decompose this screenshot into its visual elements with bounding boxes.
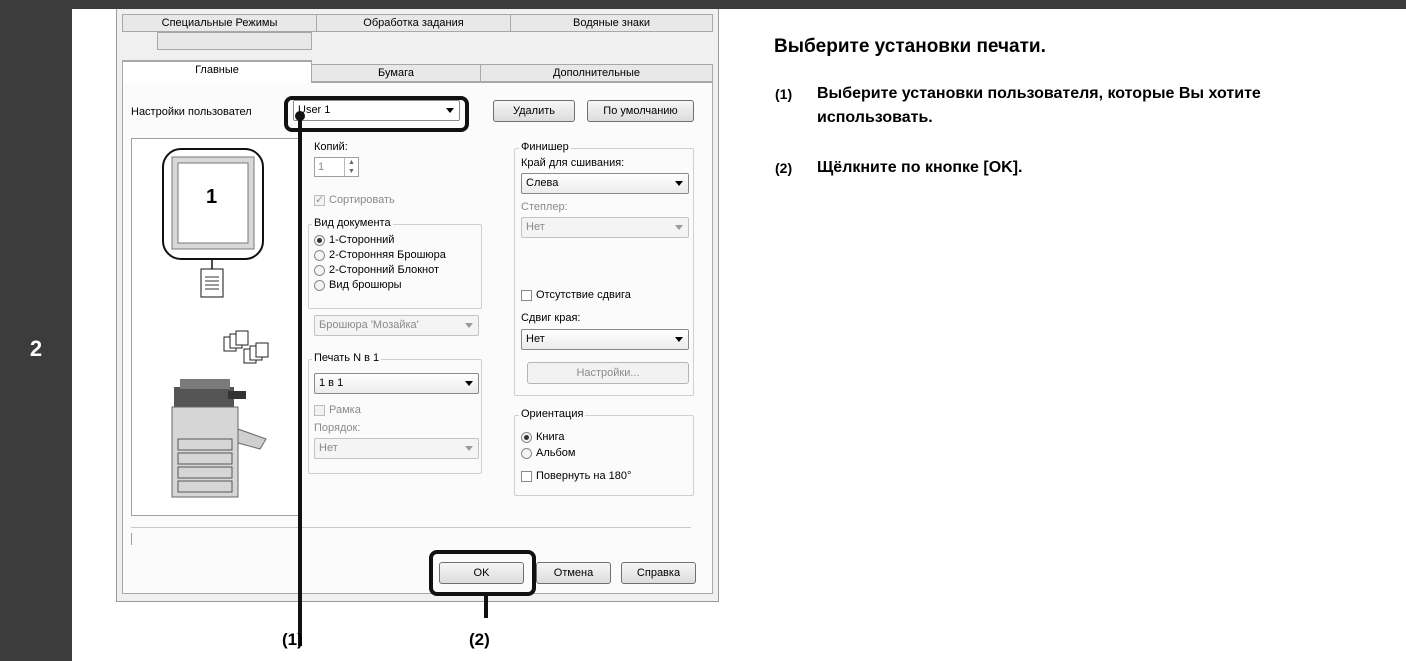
collate-label: Сортировать <box>329 194 395 206</box>
step-2-text: Щёлкните по кнопке [OK]. <box>817 159 1023 176</box>
border-checkbox[interactable] <box>314 405 325 416</box>
margin-shift-label: Сдвиг края: <box>521 312 581 324</box>
step-1-text: Выберите установки пользователя, которые… <box>817 85 1261 126</box>
binding-edge-label: Край для сшивания: <box>521 157 625 169</box>
step-column <box>0 9 72 661</box>
status-divider <box>131 533 132 545</box>
settings-button[interactable]: Настройки... <box>527 362 689 384</box>
help-button[interactable]: Справка <box>621 562 696 584</box>
finisher-title: Финишер <box>519 141 571 153</box>
rotate-180-label: Повернуть на 180° <box>536 470 632 482</box>
radio-landscape[interactable] <box>521 448 532 459</box>
border-label: Рамка <box>329 404 361 416</box>
callout-1-label: (1) <box>282 630 303 649</box>
ok-button-highlight <box>429 550 536 596</box>
staple-label: Степлер: <box>521 201 568 213</box>
chevron-down-icon <box>675 181 683 186</box>
delete-button[interactable]: Удалить <box>493 100 575 122</box>
radio-two-sided-tablet[interactable] <box>314 265 325 276</box>
no-offset-checkbox[interactable] <box>521 290 532 301</box>
callout-2-leader <box>484 596 488 618</box>
tab-paper[interactable]: Бумага <box>311 64 481 82</box>
option-portrait: Книга <box>536 431 565 443</box>
callout-2-label: (2) <box>469 630 490 649</box>
tab-job-handling[interactable]: Обработка задания <box>316 14 511 32</box>
rotate-180-checkbox[interactable] <box>521 471 532 482</box>
tab-special-modes[interactable]: Специальные Режимы <box>122 14 317 32</box>
cancel-button[interactable]: Отмена <box>536 562 611 584</box>
nup-title: Печать N в 1 <box>312 352 382 364</box>
option-landscape: Альбом <box>536 447 576 459</box>
no-offset-label: Отсутствие сдвига <box>536 289 631 301</box>
margin-shift-select[interactable]: Нет <box>521 329 689 350</box>
collate-checkbox[interactable] <box>314 193 325 206</box>
separator <box>131 527 691 528</box>
document-style-title: Вид документа <box>312 217 393 229</box>
radio-two-sided-booklet[interactable] <box>314 250 325 261</box>
step-1-number: (1) <box>775 86 793 102</box>
radio-booklet[interactable] <box>314 280 325 291</box>
radio-one-sided[interactable] <box>314 235 325 246</box>
user-settings-label: Настройки пользовател <box>131 106 252 118</box>
chevron-down-icon <box>465 446 473 451</box>
order-label: Порядок: <box>314 422 361 434</box>
user-settings-highlight <box>284 96 469 132</box>
option-one-sided: 1-Сторонний <box>329 234 395 246</box>
preview-page-number: 1 <box>206 186 218 208</box>
chevron-down-icon <box>675 337 683 342</box>
instructions-heading: Выберите установки печати. <box>774 36 1046 57</box>
tab-watermarks[interactable]: Водяные знаки <box>510 14 713 32</box>
radio-portrait[interactable] <box>521 432 532 443</box>
step-2-number: (2) <box>775 160 793 176</box>
chevron-down-icon <box>675 225 683 230</box>
top-bar <box>0 0 1406 9</box>
chevron-down-icon <box>465 381 473 386</box>
orientation-title: Ориентация <box>519 408 586 420</box>
printer-preview-illustration <box>162 148 269 498</box>
callout-1-leader <box>298 118 302 646</box>
booklet-select[interactable]: Брошюра 'Мозайка' <box>314 315 479 336</box>
binding-edge-select[interactable]: Слева <box>521 173 689 194</box>
copies-stepper[interactable]: 1 ▲ ▼ <box>314 157 359 177</box>
order-select[interactable]: Нет <box>314 438 479 459</box>
nup-select[interactable]: 1 в 1 <box>314 373 479 394</box>
copies-label: Копий: <box>314 141 348 153</box>
tab-advanced[interactable]: Дополнительные <box>480 64 713 82</box>
staple-select[interactable]: Нет <box>521 217 689 238</box>
default-button[interactable]: По умолчанию <box>587 100 694 122</box>
option-booklet: Вид брошюры <box>329 279 402 291</box>
option-two-sided-booklet: 2-Сторонняя Брошюра <box>329 249 446 261</box>
tab-main-filler <box>157 32 312 50</box>
option-two-sided-tablet: 2-Сторонний Блокнот <box>329 264 440 276</box>
tab-main[interactable]: Главные <box>122 61 312 83</box>
chevron-down-icon <box>465 323 473 328</box>
step-number: 2 <box>29 336 43 361</box>
stepper-arrows-icon[interactable]: ▲ ▼ <box>344 158 358 176</box>
